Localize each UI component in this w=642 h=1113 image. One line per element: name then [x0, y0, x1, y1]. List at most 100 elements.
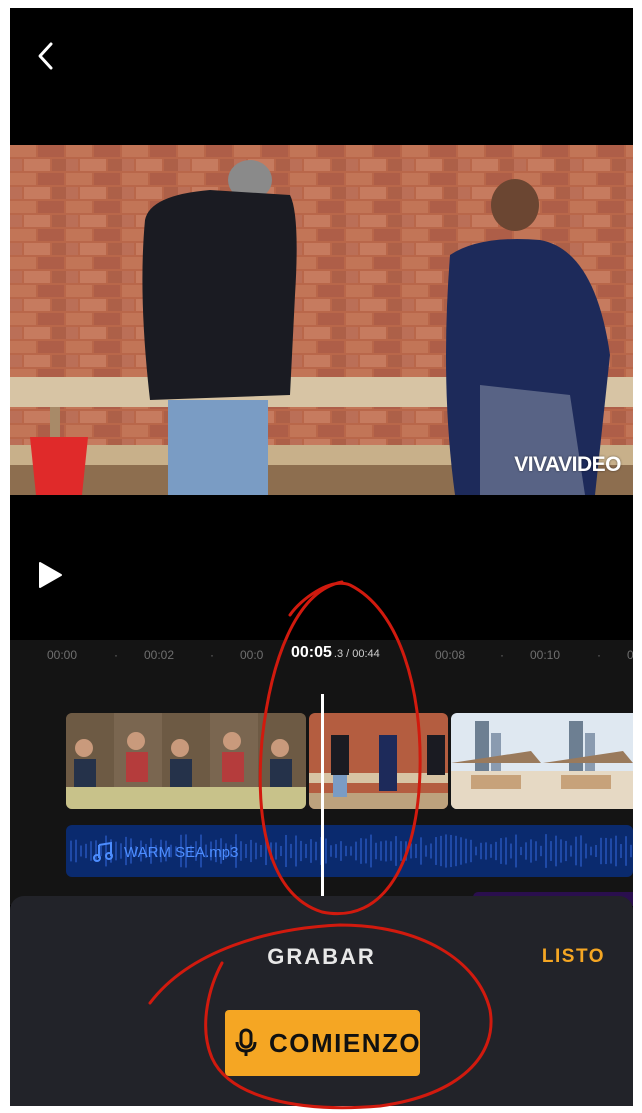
video-frame-image — [10, 145, 633, 495]
timeline[interactable]: 00:00 · 00:02 · 00:0 00:08 · 00:10 · 0 0… — [10, 640, 633, 906]
total-duration: .3 / 00:44 — [333, 648, 380, 660]
waveform-bar — [415, 843, 417, 859]
waveform-bar — [265, 836, 267, 866]
waveform-bar — [550, 841, 552, 861]
ruler-label: 00:08 — [435, 648, 466, 662]
waveform-bar — [245, 843, 247, 859]
waveform-bar — [395, 836, 397, 866]
video-clip-3[interactable] — [451, 713, 633, 809]
waveform-bar — [260, 845, 262, 857]
ruler-dot: · — [114, 648, 118, 662]
waveform-bar — [345, 845, 347, 857]
waveform-bar — [70, 840, 72, 862]
waveform-bar — [610, 838, 612, 864]
waveform-bar — [590, 846, 592, 856]
ruler-label: 00:0 — [240, 648, 264, 662]
phone-screen: VIVAVIDEO 00:00 · 00:02 · 00:0 00:08 · 0… — [10, 8, 633, 1106]
waveform-bar — [310, 839, 312, 863]
waveform-bar — [270, 842, 272, 860]
waveform-bar — [480, 842, 482, 860]
waveform-bar — [595, 844, 597, 858]
waveform-bar — [620, 844, 622, 858]
waveform-bar — [535, 841, 537, 861]
waveform-bar — [380, 841, 382, 861]
waveform-bar — [575, 836, 577, 866]
waveform-bar — [430, 843, 432, 859]
ruler-dot: · — [210, 648, 214, 662]
waveform-bar — [565, 840, 567, 862]
waveform-bar — [360, 838, 362, 864]
waveform-bar — [300, 840, 302, 862]
start-recording-button[interactable]: COMIENZO — [225, 1010, 420, 1076]
waveform-bar — [545, 834, 547, 868]
ruler-label: 00:10 — [530, 648, 561, 662]
back-button[interactable] — [32, 38, 60, 74]
video-clip-1[interactable] — [66, 713, 306, 809]
waveform-bar — [455, 835, 457, 867]
waveform-bar — [465, 838, 467, 864]
audio-track[interactable]: WARM SEA.mp3 — [66, 825, 633, 877]
current-timecode: 00:05 .3 / 00:44 — [285, 644, 386, 670]
clip-thumbnails — [451, 713, 633, 809]
waveform-bar — [385, 840, 387, 862]
waveform-bar — [75, 839, 77, 863]
waveform-bar — [585, 843, 587, 859]
waveform-bar — [280, 845, 282, 857]
waveform-bar — [375, 842, 377, 860]
waveform-bar — [475, 846, 477, 856]
play-button[interactable] — [36, 560, 64, 590]
waveform-bar — [500, 838, 502, 864]
waveform-bar — [470, 839, 472, 863]
waveform-bar — [605, 837, 607, 865]
waveform-bar — [510, 843, 512, 859]
waveform-bar — [630, 844, 632, 858]
record-panel: GRABAR LISTO COMIENZO — [10, 896, 633, 1106]
waveform-bar — [420, 837, 422, 865]
waveform-bar — [600, 837, 602, 865]
waveform-bar — [460, 837, 462, 865]
waveform-bar — [255, 842, 257, 860]
ruler-label: 00:02 — [144, 648, 175, 662]
waveform-bar — [560, 839, 562, 863]
waveform-bar — [515, 834, 517, 868]
waveform-bar — [390, 841, 392, 861]
waveform-bar — [525, 842, 527, 860]
waveform-bar — [355, 841, 357, 861]
done-button[interactable]: LISTO — [542, 946, 605, 968]
waveform-bar — [305, 843, 307, 859]
waveform-bar — [440, 835, 442, 867]
waveform-bar — [240, 841, 242, 861]
waveform-bar — [405, 841, 407, 861]
microphone-icon — [235, 1028, 257, 1056]
waveform-bar — [580, 835, 582, 867]
waveform-bar — [325, 838, 327, 864]
waveform-bar — [615, 835, 617, 867]
current-time: 00:05 — [291, 644, 332, 661]
waveform-bar — [315, 841, 317, 861]
ruler-dot: · — [500, 648, 504, 662]
waveform-bar — [400, 841, 402, 861]
video-clip-2[interactable] — [309, 713, 448, 809]
waveform-bar — [285, 834, 287, 868]
waveform-bar — [625, 836, 627, 866]
waveform-bar — [275, 842, 277, 860]
waveform-bar — [530, 839, 532, 863]
waveform-bar — [540, 845, 542, 857]
waveform-bar — [365, 838, 367, 864]
panel-title: GRABAR — [267, 944, 376, 969]
clip-thumbnails — [309, 713, 448, 809]
video-preview[interactable]: VIVAVIDEO — [10, 145, 633, 495]
waveform-bar — [505, 837, 507, 865]
clip-thumbnails — [66, 713, 306, 809]
waveform-bar — [555, 835, 557, 867]
ruler-label: 0 — [627, 648, 633, 662]
audio-file-name: WARM SEA.mp3 — [124, 843, 239, 861]
waveform-bar — [350, 846, 352, 856]
waveform-bar — [435, 837, 437, 865]
waveform-bar — [290, 843, 292, 859]
waveform-bar — [450, 834, 452, 868]
ruler-label: 00:00 — [47, 648, 78, 662]
playhead[interactable] — [321, 694, 324, 899]
waveform-bar — [495, 841, 497, 861]
waveform-bar — [445, 834, 447, 868]
